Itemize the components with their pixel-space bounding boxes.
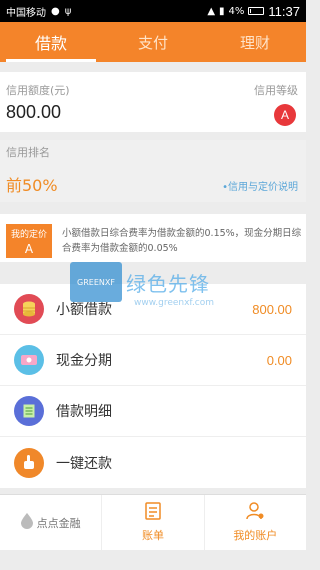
credit-card: 信用额度(元) 800.00 信用等级 A xyxy=(0,72,306,132)
wifi-icon: ▲ xyxy=(207,5,216,17)
pricing-tag-label: 我的定价 xyxy=(10,230,47,240)
battery-icon xyxy=(248,7,265,15)
status-bar: 中国移动 ● ψ ▲ ▮ 4% 11:37 xyxy=(0,0,306,22)
watermark-title: 绿色先锋 xyxy=(126,271,210,296)
pricing-tag-value: A xyxy=(24,242,34,256)
top-tabs: 借款 支付 理财 xyxy=(0,22,306,62)
clock: 11:37 xyxy=(268,3,300,19)
bill-icon xyxy=(145,502,161,523)
user-icon xyxy=(246,502,264,523)
menu-item-value: 0.00 xyxy=(266,352,292,368)
list-icon xyxy=(14,396,44,426)
coins-icon xyxy=(14,294,44,324)
menu-item-label: 借款明细 xyxy=(56,404,112,420)
menu-item-label: 一键还款 xyxy=(56,455,112,472)
tab-loan[interactable]: 借款 xyxy=(0,22,102,62)
credit-level-badge: A xyxy=(274,104,296,126)
ticket-icon xyxy=(14,345,44,375)
rate-card: 我的定价 A 小额借款日综合费率为借款金额的0.15%，现金分期日综合费率为借款… xyxy=(0,214,306,262)
brand-logo: 点点金融 xyxy=(0,495,103,550)
rate-description: 小额借款日综合费率为借款金额的0.15%，现金分期日综合费率为借款金额的0.05… xyxy=(62,228,302,254)
ranking-value: 前50% xyxy=(6,176,58,195)
brand-name: 点点金融 xyxy=(36,516,81,530)
usb-icon: ψ xyxy=(64,5,72,17)
chat-icon: ● xyxy=(51,5,60,17)
pricing-explanation-link[interactable]: •信用与定价说明 xyxy=(222,178,298,193)
brand-drop-icon xyxy=(20,513,33,532)
menu-item-loan-details[interactable]: 借款明细 xyxy=(0,386,306,437)
loan-menu: 小额借款 800.00 现金分期 0.00 借款明细 一键还款 xyxy=(0,284,306,488)
watermark-logo: GREENXF xyxy=(70,262,122,302)
bottom-bar: 点点金融 账单 我的账户 xyxy=(0,494,306,550)
tab-payment[interactable]: 支付 xyxy=(102,22,204,62)
carrier-label: 中国移动 xyxy=(6,7,46,19)
watermark: GREENXF 绿色先锋 xyxy=(70,262,210,302)
ranking-label: 信用排名 xyxy=(6,146,50,159)
ranking-card: 信用排名 前50% •信用与定价说明 xyxy=(0,140,306,202)
signal-icon: ▮ xyxy=(219,5,225,17)
bottom-tab-label: 我的账户 xyxy=(233,529,278,542)
bottom-tab-bill[interactable]: 账单 xyxy=(102,495,203,550)
menu-item-value: 800.00 xyxy=(252,301,292,317)
menu-item-installment[interactable]: 现金分期 0.00 xyxy=(0,335,306,386)
menu-item-label: 现金分期 xyxy=(56,353,112,369)
credit-limit-label: 信用额度(元) xyxy=(6,84,70,97)
tab-finance[interactable]: 理财 xyxy=(204,22,306,62)
menu-item-one-click-repay[interactable]: 一键还款 xyxy=(0,437,306,488)
credit-limit-amount: 800.00 xyxy=(6,102,62,122)
menu-item-label: 小额借款 xyxy=(56,302,112,318)
bottom-tab-label: 账单 xyxy=(141,529,164,542)
battery-percent: 4% xyxy=(228,5,245,17)
watermark-url: www.greenxf.com xyxy=(134,298,215,308)
credit-level-label: 信用等级 xyxy=(254,84,298,97)
hand-icon xyxy=(14,447,44,478)
bottom-tab-account[interactable]: 我的账户 xyxy=(203,495,306,550)
pricing-tag: 我的定价 A xyxy=(6,224,52,258)
